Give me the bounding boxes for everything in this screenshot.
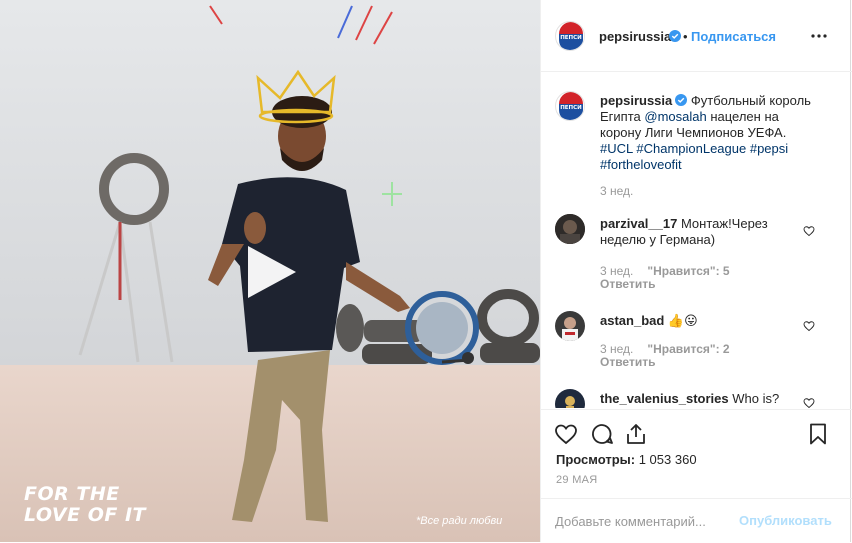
brand-slogan-line1: FOR THE <box>24 483 120 505</box>
pepsi-logo: ПЕПСИ <box>558 22 584 50</box>
add-comment-form: Опубликовать <box>541 498 852 543</box>
comment-meta: 3 нед. "Нравится": 2 <box>600 342 730 356</box>
comment-username[interactable]: astan_bad <box>600 313 664 328</box>
mention-link[interactable]: @mosalah <box>644 109 706 124</box>
like-comment-icon[interactable] <box>803 397 815 408</box>
header-username[interactable]: pepsirussia <box>599 29 671 44</box>
avatar[interactable]: ПЕПСИ <box>555 21 585 51</box>
post-video[interactable]: FOR THE LOVE OF IT *Все ради любви <box>0 0 540 542</box>
user-avatar-image <box>555 311 585 341</box>
reply-button[interactable]: Ответить <box>600 277 655 291</box>
svg-text:ПЕПСИ: ПЕПСИ <box>560 35 582 41</box>
comment-likes[interactable]: "Нравится": 5 <box>647 264 729 278</box>
post-sidebar: ПЕПСИ pepsirussia • Подписаться ПЕПСИ pe… <box>540 0 852 542</box>
heart-icon[interactable] <box>554 422 578 446</box>
like-comment-icon[interactable] <box>803 320 815 332</box>
caption-time[interactable]: 3 нед. <box>600 184 633 198</box>
avatar[interactable] <box>555 214 585 244</box>
verified-icon <box>675 94 688 106</box>
comment-username[interactable]: parzival__17 <box>600 216 677 231</box>
reply-button[interactable]: Ответить <box>600 355 655 369</box>
caption-text: pepsirussia Футбольный король Египта @mo… <box>600 93 815 173</box>
publish-button[interactable]: Опубликовать <box>739 513 832 528</box>
comment-body: Who is? <box>728 391 780 406</box>
avatar[interactable]: ПЕПСИ <box>555 91 585 121</box>
verified-icon <box>669 30 681 42</box>
avatar[interactable] <box>555 389 585 408</box>
comment-meta: 3 нед. "Нравится": 5 <box>600 264 730 278</box>
comment-text: the_valenius_stories Who is? <box>600 391 815 407</box>
header-separator: • <box>683 29 688 44</box>
brand-slogan-line2: LOVE OF IT <box>24 504 146 526</box>
instagram-post: FOR THE LOVE OF IT *Все ради любви ПЕПСИ… <box>0 0 852 542</box>
brand-slogan: FOR THE LOVE OF IT <box>24 484 146 526</box>
user-avatar-image <box>555 389 585 408</box>
caption-username[interactable]: pepsirussia <box>600 93 672 108</box>
views-value: 1 053 360 <box>638 452 697 467</box>
comment-icon[interactable] <box>590 422 614 446</box>
view-count[interactable]: Просмотры: 1 053 360 <box>556 452 697 467</box>
hashtags-link[interactable]: #UCL #ChampionLeague #pepsi #fortheloveo… <box>600 141 788 172</box>
pepsi-logo: ПЕПСИ <box>558 92 584 120</box>
user-avatar-image <box>555 214 585 244</box>
follow-button[interactable]: Подписаться <box>691 29 776 44</box>
comment-input[interactable] <box>555 511 733 531</box>
share-icon[interactable] <box>624 422 648 446</box>
more-options-icon[interactable] <box>807 24 831 48</box>
comment-likes[interactable]: "Нравится": 2 <box>647 342 729 356</box>
comment-text: parzival__17 Монтаж!Через неделю у Герма… <box>600 216 815 248</box>
views-label: Просмотры: <box>556 452 636 467</box>
avatar[interactable] <box>555 311 585 341</box>
comments-list[interactable]: ПЕПСИ pepsirussia Футбольный король Егип… <box>541 73 852 408</box>
post-date[interactable]: 29 МАЯ <box>556 474 598 486</box>
post-actions: Просмотры: 1 053 360 29 МАЯ Опубликовать <box>541 409 852 542</box>
svg-text:ПЕПСИ: ПЕПСИ <box>560 105 582 111</box>
like-comment-icon[interactable] <box>803 225 815 237</box>
comment-body: 👍😛 <box>664 313 698 328</box>
comment-username[interactable]: the_valenius_stories <box>600 391 729 406</box>
post-header: ПЕПСИ pepsirussia • Подписаться <box>541 0 852 72</box>
comment-text: astan_bad 👍😛 <box>600 313 815 329</box>
video-caption: *Все ради любви <box>416 515 503 527</box>
comment-time[interactable]: 3 нед. <box>600 342 633 356</box>
comment-time[interactable]: 3 нед. <box>600 264 633 278</box>
play-icon[interactable] <box>242 242 300 302</box>
bookmark-icon[interactable] <box>806 422 830 446</box>
